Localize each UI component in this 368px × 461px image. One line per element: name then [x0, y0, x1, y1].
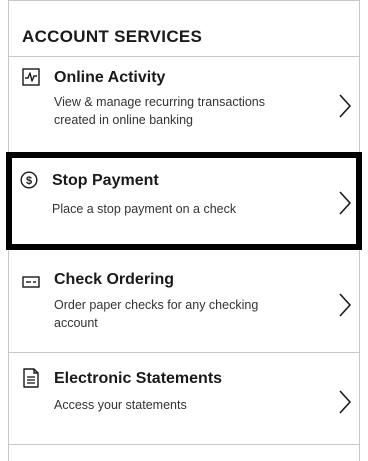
- menu-item-electronic-statements[interactable]: Electronic Statements Access your statem…: [8, 353, 360, 435]
- menu-item-description: View & manage recurring transactions cre…: [54, 95, 265, 127]
- menu-item-title: Stop Payment: [52, 172, 159, 189]
- chevron-right-icon: [339, 390, 351, 414]
- menu-item-title: Online Activity: [54, 69, 166, 86]
- menu-item-title: Electronic Statements: [54, 370, 223, 387]
- menu-item-check-ordering[interactable]: Check Ordering Order paper checks for an…: [8, 256, 360, 352]
- menu-item-description: Access your statements: [54, 398, 187, 412]
- menu-item-description: Place a stop payment on a check: [52, 202, 237, 216]
- menu-item-stop-payment[interactable]: $ Stop Payment Place a stop payment on a…: [6, 152, 362, 250]
- chevron-right-icon: [339, 293, 351, 317]
- svg-text:$: $: [26, 175, 32, 187]
- section-title: ACCOUNT SERVICES: [22, 27, 203, 46]
- check-icon: [22, 276, 40, 288]
- activity-chart-icon: [22, 68, 40, 86]
- divider: [8, 444, 360, 445]
- chevron-right-icon: [339, 191, 351, 215]
- menu-item-online-activity[interactable]: Online Activity View & manage recurring …: [8, 57, 360, 152]
- document-icon: [23, 368, 39, 388]
- chevron-right-icon: [339, 94, 351, 118]
- menu-item-title: Check Ordering: [54, 271, 175, 288]
- dollar-circle-icon: $: [20, 171, 38, 189]
- menu-item-description: Order paper checks for any checking acco…: [54, 298, 259, 330]
